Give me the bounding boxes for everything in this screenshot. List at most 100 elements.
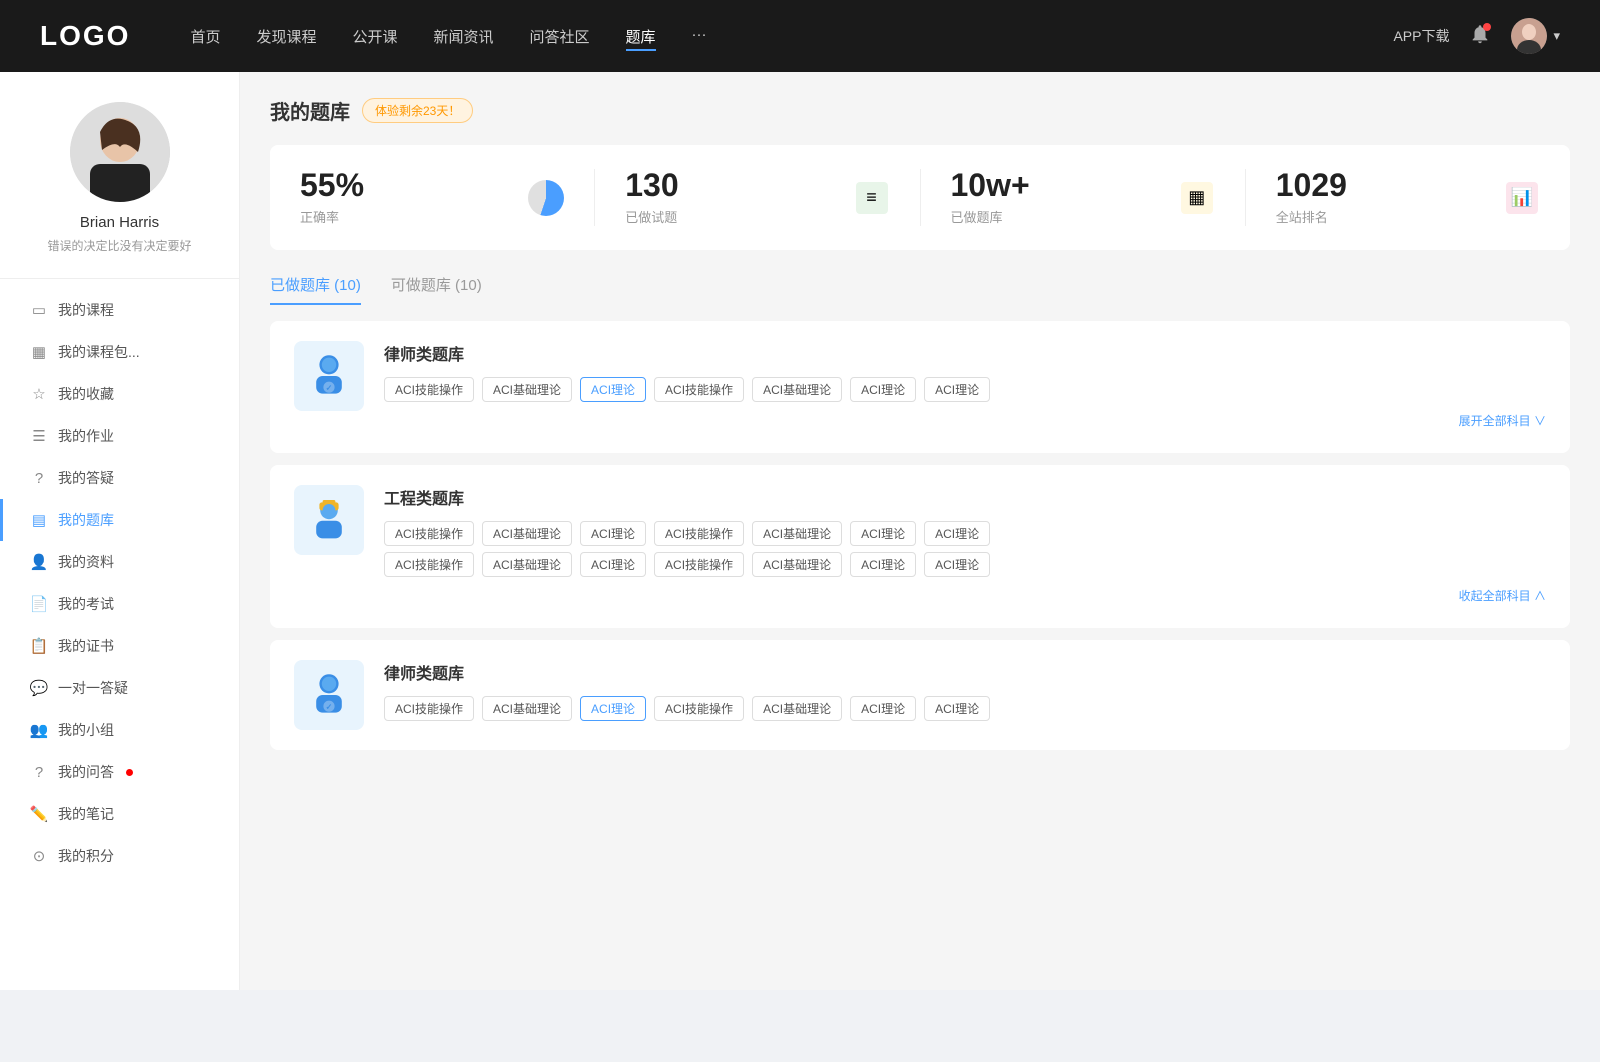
eng-tag-11[interactable]: ACI技能操作	[654, 552, 744, 577]
sidebar-item-qa-label: 我的答疑	[58, 468, 114, 488]
tab-available-banks[interactable]: 可做题库 (10)	[391, 274, 482, 305]
layout: Brian Harris 错误的决定比没有决定要好 ▭ 我的课程 ▦ 我的课程包…	[0, 72, 1600, 990]
sidebar-item-profile[interactable]: 👤 我的资料	[0, 541, 239, 583]
tag-4[interactable]: ACI技能操作	[654, 377, 744, 402]
nav-home[interactable]: 首页	[190, 22, 220, 51]
homework-icon: ☰	[30, 427, 48, 445]
sidebar: Brian Harris 错误的决定比没有决定要好 ▭ 我的课程 ▦ 我的课程包…	[0, 72, 240, 990]
points-icon: ⊙	[30, 847, 48, 865]
eng-tag-1[interactable]: ACI技能操作	[384, 521, 474, 546]
done-banks-icon: ▦	[1179, 180, 1215, 216]
sidebar-item-certificate[interactable]: 📋 我的证书	[0, 625, 239, 667]
sidebar-item-notes-label: 我的笔记	[58, 804, 114, 824]
nav-more[interactable]: ···	[692, 22, 707, 51]
nav-discover[interactable]: 发现课程	[256, 22, 316, 51]
notification-bell[interactable]	[1469, 23, 1491, 50]
collapse-btn-engineer[interactable]: 收起全部科目 ∧	[384, 583, 1546, 608]
sidebar-item-one-on-one-label: 一对一答疑	[58, 678, 128, 698]
eng-tag-7[interactable]: ACI理论	[924, 521, 990, 546]
law2-tag-5[interactable]: ACI基础理论	[752, 696, 842, 721]
stats-row: 55% 正确率 130 已做试题 ≡ 10w+ 已做题库	[270, 145, 1570, 250]
logo[interactable]: LOGO	[40, 20, 130, 52]
tab-done-banks[interactable]: 已做题库 (10)	[270, 274, 361, 305]
chart-icon: 📊	[1506, 182, 1538, 214]
eng-tag-14[interactable]: ACI理论	[924, 552, 990, 577]
stat-done-questions-text: 130 已做试题	[625, 169, 839, 226]
sidebar-item-qbank-label: 我的题库	[58, 510, 114, 530]
app-download-link[interactable]: APP下载	[1393, 26, 1449, 46]
law2-tag-7[interactable]: ACI理论	[924, 696, 990, 721]
sidebar-item-qbank[interactable]: ▤ 我的题库	[0, 499, 239, 541]
sidebar-menu: ▭ 我的课程 ▦ 我的课程包... ☆ 我的收藏 ☰ 我的作业 ? 我的答疑 ▤…	[0, 289, 239, 877]
law2-tag-2[interactable]: ACI基础理论	[482, 696, 572, 721]
stat-rank-label: 全站排名	[1276, 207, 1490, 226]
navbar-right: APP下载 ▾	[1393, 18, 1560, 54]
eng-tag-3[interactable]: ACI理论	[580, 521, 646, 546]
stat-rank: 1029 全站排名 📊	[1246, 169, 1570, 226]
nav-open-course[interactable]: 公开课	[352, 22, 397, 51]
accuracy-chart-icon	[528, 180, 564, 216]
expand-btn-lawyer-1[interactable]: 展开全部科目 ∨	[384, 408, 1546, 433]
nav-qbank[interactable]: 题库	[626, 22, 656, 51]
qbank-lawyer-1-tags: ACI技能操作 ACI基础理论 ACI理论 ACI技能操作 ACI基础理论 AC…	[384, 377, 1546, 402]
sidebar-item-notes[interactable]: ✏️ 我的笔记	[0, 793, 239, 835]
tag-3[interactable]: ACI理论	[580, 377, 646, 402]
eng-tag-10[interactable]: ACI理论	[580, 552, 646, 577]
sidebar-item-homework[interactable]: ☰ 我的作业	[0, 415, 239, 457]
lawyer-person-icon: ✓	[305, 352, 353, 400]
eng-tag-9[interactable]: ACI基础理论	[482, 552, 572, 577]
sidebar-item-points-label: 我的积分	[58, 846, 114, 866]
eng-tag-8[interactable]: ACI技能操作	[384, 552, 474, 577]
tag-7[interactable]: ACI理论	[924, 377, 990, 402]
law2-tag-4[interactable]: ACI技能操作	[654, 696, 744, 721]
sidebar-item-course[interactable]: ▭ 我的课程	[0, 289, 239, 331]
sidebar-item-qa[interactable]: ? 我的答疑	[0, 457, 239, 499]
tag-6[interactable]: ACI理论	[850, 377, 916, 402]
stat-accuracy-text: 55% 正确率	[300, 169, 514, 226]
law2-tag-1[interactable]: ACI技能操作	[384, 696, 474, 721]
sidebar-item-points[interactable]: ⊙ 我的积分	[0, 835, 239, 877]
sidebar-item-course-package[interactable]: ▦ 我的课程包...	[0, 331, 239, 373]
stat-done-banks-value: 10w+	[951, 169, 1165, 201]
engineer-person-icon	[305, 496, 353, 544]
tag-1[interactable]: ACI技能操作	[384, 377, 474, 402]
nav-news[interactable]: 新闻资讯	[434, 22, 494, 51]
page-title: 我的题库	[270, 96, 350, 125]
sidebar-item-exam[interactable]: 📄 我的考试	[0, 583, 239, 625]
bank-icon: ▦	[1181, 182, 1213, 214]
navbar: LOGO 首页 发现课程 公开课 新闻资讯 问答社区 题库 ··· APP下载 …	[0, 0, 1600, 72]
profile-motto: 错误的决定比没有决定要好	[47, 237, 191, 254]
eng-tag-2[interactable]: ACI基础理论	[482, 521, 572, 546]
favorites-icon: ☆	[30, 385, 48, 403]
sidebar-item-favorites[interactable]: ☆ 我的收藏	[0, 373, 239, 415]
eng-tag-12[interactable]: ACI基础理论	[752, 552, 842, 577]
certificate-icon: 📋	[30, 637, 48, 655]
nav-qa[interactable]: 问答社区	[530, 22, 590, 51]
user-avatar-menu[interactable]: ▾	[1511, 18, 1560, 54]
questions-icon: ?	[30, 763, 48, 781]
qbank-lawyer-2-title: 律师类题库	[384, 660, 1546, 684]
eng-tag-5[interactable]: ACI基础理论	[752, 521, 842, 546]
profile-icon: 👤	[30, 553, 48, 571]
sidebar-item-course-label: 我的课程	[58, 300, 114, 320]
sidebar-item-one-on-one[interactable]: 💬 一对一答疑	[0, 667, 239, 709]
law2-tag-6[interactable]: ACI理论	[850, 696, 916, 721]
eng-tag-6[interactable]: ACI理论	[850, 521, 916, 546]
trial-badge: 体验剩余23天！	[362, 98, 473, 123]
sidebar-item-group[interactable]: 👥 我的小组	[0, 709, 239, 751]
sidebar-item-questions[interactable]: ? 我的问答	[0, 751, 239, 793]
stat-done-questions-value: 130	[625, 169, 839, 201]
done-questions-icon: ≡	[854, 180, 890, 216]
sidebar-item-exam-label: 我的考试	[58, 594, 114, 614]
tag-5[interactable]: ACI基础理论	[752, 377, 842, 402]
stat-done-banks-text: 10w+ 已做题库	[951, 169, 1165, 226]
qa-icon: ?	[30, 469, 48, 487]
eng-tag-13[interactable]: ACI理论	[850, 552, 916, 577]
qbank-engineer-tags-row2: ACI技能操作 ACI基础理论 ACI理论 ACI技能操作 ACI基础理论 AC…	[384, 552, 1546, 577]
tag-2[interactable]: ACI基础理论	[482, 377, 572, 402]
sidebar-item-profile-label: 我的资料	[58, 552, 114, 572]
profile-section: Brian Harris 错误的决定比没有决定要好	[0, 102, 239, 279]
eng-tag-4[interactable]: ACI技能操作	[654, 521, 744, 546]
law2-tag-3[interactable]: ACI理论	[580, 696, 646, 721]
sidebar-item-course-package-label: 我的课程包...	[58, 342, 140, 362]
